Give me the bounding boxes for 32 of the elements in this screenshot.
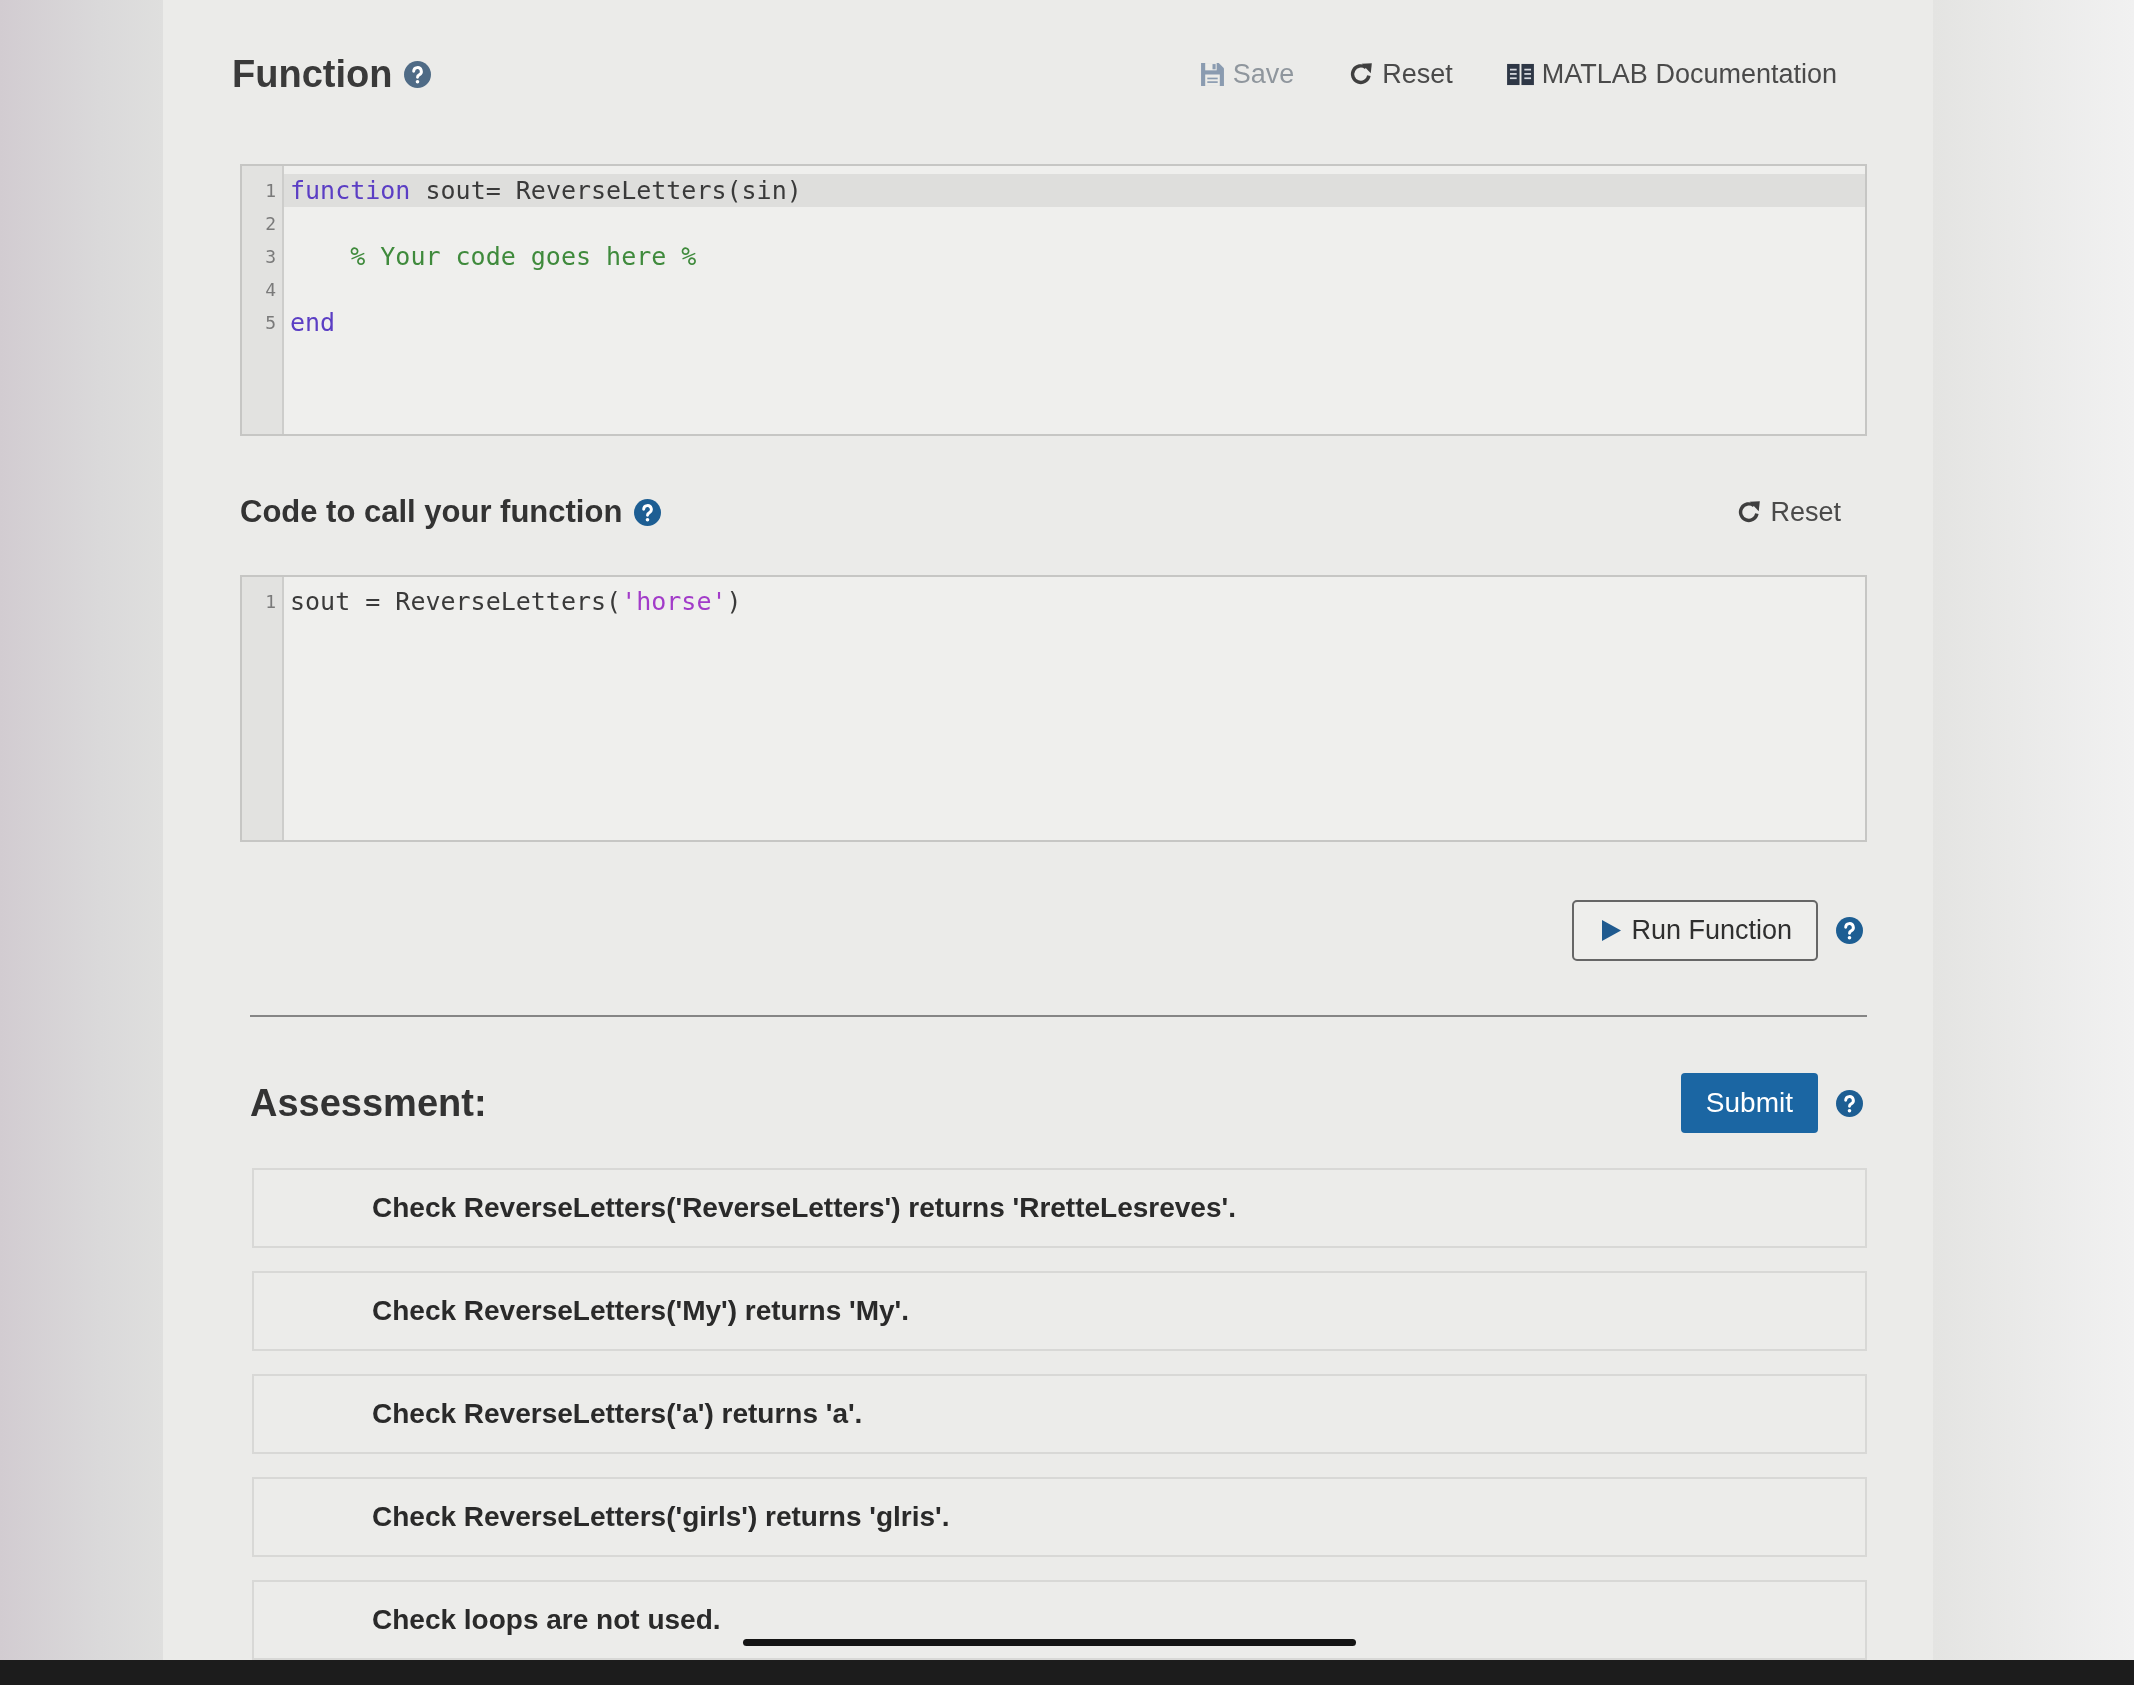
line-number: 3 — [265, 245, 276, 268]
code-line: % Your code goes here % — [349, 241, 698, 273]
line-number: 5 — [265, 311, 276, 334]
line-number: 4 — [265, 278, 276, 301]
reset-button[interactable]: Reset — [1736, 495, 1841, 529]
documentation-button[interactable]: MATLAB Documentation — [1506, 57, 1837, 91]
section-title: Assessment: — [250, 1081, 487, 1125]
reset-button[interactable]: Reset — [1348, 57, 1453, 91]
play-icon — [1602, 920, 1622, 941]
book-icon — [1506, 62, 1534, 86]
help-icon[interactable] — [1836, 1089, 1863, 1117]
run-function-button[interactable]: Run Function — [1572, 900, 1818, 961]
section-title: Function — [232, 52, 393, 96]
line-number: 1 — [265, 179, 276, 202]
test-case-row: Check ReverseLetters('a') returns 'a'. — [252, 1374, 1867, 1454]
test-case-row: Check ReverseLetters('My') returns 'My'. — [252, 1271, 1867, 1351]
test-case-row: Check ReverseLetters('girls') returns 'glris'. — [252, 1477, 1867, 1557]
test-case-row: Check loops are not used. — [252, 1580, 1867, 1660]
help-icon[interactable] — [1836, 917, 1863, 944]
reload-icon — [1348, 61, 1375, 87]
code-editor[interactable]: 1 2 3 4 5 function sout= ReverseLetters(sin) % Your code goes here % end — [240, 164, 1867, 436]
help-icon[interactable] — [634, 498, 662, 526]
line-number: 1 — [265, 590, 276, 613]
line-number: 2 — [265, 212, 276, 235]
submit-button[interactable]: Submit — [1680, 1073, 1818, 1133]
code-line: sout = ReverseLetters('horse') — [289, 586, 743, 618]
reload-icon — [1736, 499, 1763, 525]
help-icon[interactable] — [404, 60, 432, 88]
test-case-row: Check ReverseLetters('ReverseLetters') returns 'RretteLesreves'. — [252, 1168, 1867, 1248]
section-title: Code to call your function — [240, 493, 623, 531]
code-editor[interactable]: 1 sout = ReverseLetters('horse') — [240, 575, 1867, 842]
code-line: end — [289, 307, 337, 339]
